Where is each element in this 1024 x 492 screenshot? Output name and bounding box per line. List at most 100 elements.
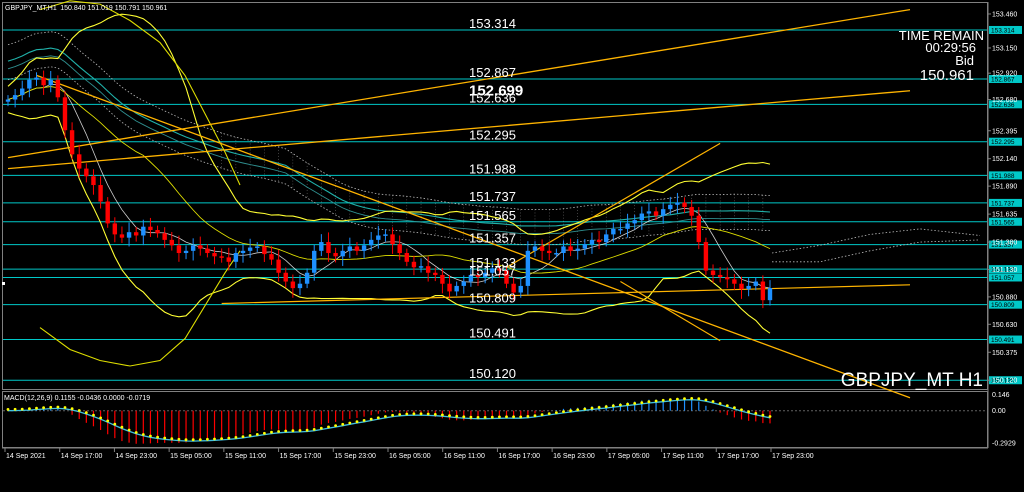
macd-dot-102 [733,406,736,410]
candle-body-80 [575,248,580,251]
macd-dot-34 [248,434,252,437]
candle-body-55 [397,244,402,254]
macd-dot-82 [590,406,594,410]
candle-body-35 [255,246,260,248]
macd-dot-68 [490,415,494,419]
candle-body-99 [710,270,716,275]
macd-dot-29 [213,437,216,441]
level-box-label-6: 151.565 [991,219,1015,226]
macd-dot-38 [277,430,280,433]
macd-dot-9 [70,407,74,411]
level-box-label-10: 150.809 [991,302,1015,309]
macd-dot-94 [676,397,679,401]
macd-dot-13 [99,416,102,420]
macd-dot-67 [483,416,487,419]
macd-dot-11 [84,411,88,415]
candle-body-84 [604,234,609,243]
candle-body-24 [176,245,182,254]
macd-dot-106 [761,413,765,417]
candle-body-60 [433,272,438,275]
candle-body-33 [240,250,246,254]
candle-body-56 [404,253,410,262]
candle-body-22 [162,233,167,240]
macd-dot-51 [369,417,373,421]
candle-body-100 [717,274,723,278]
macd-dot-6 [49,405,53,409]
candle-body-49 [354,246,360,251]
macd-dot-84 [604,405,608,408]
candle-body-9 [69,130,75,155]
macd-dot-46 [334,424,337,427]
candle-body-6 [48,79,53,86]
candle-body-38 [276,259,281,273]
macd-dot-55 [398,413,402,416]
candle-body-92 [660,209,666,216]
macd-dot-83 [597,406,601,409]
candle-body-106 [760,281,766,301]
candle-body-11 [84,168,89,177]
candle-body-40 [290,281,296,289]
candle-body-48 [347,246,353,251]
macd-dot-44 [319,426,323,430]
price-tick-3: 152.680 [992,97,1017,104]
macd-dot-14 [106,419,110,423]
level-label-12: 150.491 [469,326,516,341]
macd-dot-49 [355,420,359,424]
candle-body-52 [376,235,381,240]
candle-body-64 [461,281,466,286]
candle-body-18 [133,232,139,236]
candle-body-31 [226,257,231,262]
candle-body-15 [112,223,118,235]
macd-dot-65 [469,415,473,419]
macd-dot-71 [512,415,515,419]
candle-body-75 [539,246,545,251]
macd-dot-22 [163,436,167,440]
candle-body-43 [312,250,317,273]
candle-body-17 [126,232,132,238]
candle-body-93 [668,204,673,210]
candle-body-0 [5,99,11,102]
candle-body-90 [646,211,652,214]
macd-dot-0 [6,408,10,411]
candle-body-102 [732,279,737,284]
macd-dot-39 [284,429,288,433]
macd-dot-85 [611,404,615,408]
candle-body-91 [653,211,659,216]
candle-body-61 [440,274,445,284]
candle-body-14 [105,201,110,224]
candle-body-23 [169,239,174,246]
macd-dot-15 [113,422,117,426]
candle-body-51 [368,239,374,246]
trading-chart[interactable]: 0.1460.00-0.2929 153.314152.867152.63615… [0,0,1024,492]
time-label-10: 16 Sep 23:00 [553,453,595,460]
level-box-label-9: 151.057 [991,275,1015,282]
candle-body-30 [219,256,224,258]
macd-dot-63 [455,414,459,418]
macd-tick-1: 0.00 [992,408,1006,415]
candle-body-73 [525,250,531,286]
macd-dot-73 [526,415,530,418]
candle-body-12 [91,176,96,186]
candle-body-34 [247,247,253,251]
macd-dot-23 [170,437,174,441]
bid-label: Bid [955,53,974,68]
candle-body-72 [518,285,523,293]
candle-body-57 [411,261,417,268]
candle-body-85 [611,228,616,235]
macd-dot-104 [747,410,750,414]
time-label-12: 17 Sep 11:00 [663,453,704,460]
level-label-13: 150.120 [469,366,516,381]
time-label-9: 16 Sep 17:00 [498,453,540,460]
candle-body-28 [205,248,210,254]
macd-dot-31 [227,436,231,440]
macd-dot-43 [312,428,316,431]
macd-dot-40 [291,429,295,433]
price-tick-13: 150.120 [992,378,1017,385]
macd-dot-75 [540,413,544,416]
macd-dot-70 [505,415,508,419]
macd-dot-41 [298,429,302,432]
level-box-label-3: 152.295 [991,139,1015,146]
candle-body-97 [696,215,701,243]
price-tick-6: 151.890 [992,184,1017,191]
level-box-label-5: 151.737 [991,200,1015,207]
